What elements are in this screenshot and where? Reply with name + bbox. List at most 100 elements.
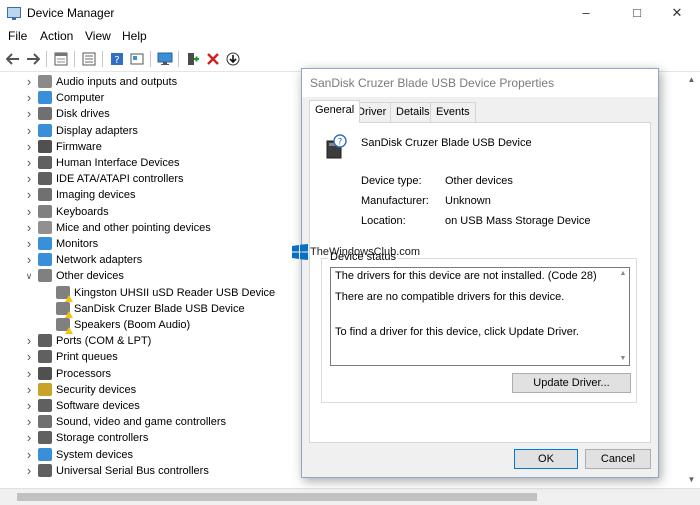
chevron-right-icon[interactable]: › <box>24 172 34 186</box>
forward-arrow-icon[interactable] <box>24 50 42 68</box>
chevron-right-icon[interactable]: › <box>24 123 34 138</box>
location-label: Location: <box>361 215 406 227</box>
menu-action[interactable]: Action <box>40 29 73 43</box>
chevron-right-icon[interactable]: › <box>24 463 34 478</box>
chevron-right-icon[interactable]: › <box>24 139 34 154</box>
tree-category-row[interactable]: › Keyboards <box>0 204 300 220</box>
chevron-right-icon[interactable]: › <box>24 350 34 364</box>
chevron-right-icon[interactable]: › <box>24 399 34 413</box>
device-type-value: Other devices <box>445 175 513 187</box>
tree-category-row[interactable]: › Audio inputs and outputs <box>0 74 300 90</box>
warning-device-icon <box>56 285 73 302</box>
tree-item-label: Audio inputs and outputs <box>56 76 178 88</box>
tree-category-row[interactable]: › Security devices <box>0 382 300 398</box>
chevron-right-icon[interactable]: › <box>24 366 34 381</box>
tree-device-row[interactable]: SanDisk Cruzer Blade USB Device <box>0 301 300 318</box>
horizontal-scrollbar[interactable] <box>0 488 700 505</box>
tree-category-row[interactable]: › Ports (COM & LPT) <box>0 333 300 349</box>
manufacturer-label: Manufacturer: <box>361 195 429 207</box>
back-arrow-icon[interactable] <box>4 50 22 68</box>
toolbar-separator <box>150 51 151 67</box>
chevron-right-icon[interactable]: › <box>24 334 34 348</box>
status-scroll-down-icon[interactable]: ▼ <box>617 353 629 365</box>
uninstall-x-icon[interactable] <box>204 50 222 68</box>
tab-general[interactable]: General <box>309 100 361 123</box>
tree-category-row[interactable]: › Print queues <box>0 349 300 365</box>
tree-category-row[interactable]: › Mice and other pointing devices <box>0 220 300 236</box>
tree-category-row[interactable]: › Computer <box>0 90 300 106</box>
chevron-right-icon[interactable]: › <box>24 188 34 202</box>
tree-category-row[interactable]: › Sound, video and game controllers <box>0 414 300 430</box>
tree-category-row[interactable]: › Imaging devices <box>0 187 300 203</box>
chevron-right-icon[interactable]: › <box>24 382 34 397</box>
tree-item-label: System devices <box>56 448 134 461</box>
properties-icon[interactable] <box>52 50 70 68</box>
chevron-right-icon[interactable]: › <box>24 253 34 267</box>
chevron-right-icon[interactable]: › <box>24 91 34 105</box>
tree-item-label: Keyboards <box>56 205 109 218</box>
tree-category-row[interactable]: ∨ Other devices <box>0 268 300 284</box>
help-icon[interactable]: ? <box>108 50 126 68</box>
svg-text:?: ? <box>114 55 119 66</box>
menu-help[interactable]: Help <box>122 29 147 43</box>
chevron-right-icon[interactable]: › <box>24 415 34 429</box>
tree-category-row[interactable]: › Disk drives <box>0 106 300 122</box>
warning-device-icon <box>56 318 73 334</box>
tree-category-row[interactable]: › Universal Serial Bus controllers <box>0 463 300 479</box>
chevron-right-icon[interactable]: › <box>24 431 34 445</box>
chevron-right-icon[interactable]: › <box>24 220 34 235</box>
close-button[interactable]: ✕ <box>654 0 700 26</box>
download-icon[interactable] <box>224 50 242 68</box>
tree-item-label: Print queues <box>56 351 118 364</box>
tree-category-row[interactable]: › Display adapters <box>0 123 300 139</box>
menu-file[interactable]: File <box>8 29 27 43</box>
status-line-hint: To find a driver for this device, click … <box>335 326 579 338</box>
chevron-right-icon[interactable]: › <box>24 447 34 462</box>
tree-category-row[interactable]: › Processors <box>0 366 300 382</box>
chevron-right-icon[interactable]: › <box>24 75 34 89</box>
tree-category-row[interactable]: › Software devices <box>0 398 300 414</box>
vertical-scrollbar[interactable]: ▲ ▼ <box>683 72 700 488</box>
tree-category-row[interactable]: › Monitors <box>0 236 300 252</box>
update-driver-button[interactable]: Update Driver... <box>512 373 631 393</box>
cancel-button[interactable]: Cancel <box>585 449 651 469</box>
mouse-icon <box>38 220 52 234</box>
unknown-device-icon: ? <box>324 134 348 160</box>
properties-dialog: SanDisk Cruzer Blade USB Device Properti… <box>301 68 659 478</box>
scroll-down-icon[interactable]: ▼ <box>683 472 700 488</box>
tree-category-row[interactable]: › Network adapters <box>0 252 300 268</box>
chevron-down-icon[interactable]: ∨ <box>24 269 34 283</box>
tree-device-row[interactable]: Speakers (Boom Audio) <box>0 317 300 334</box>
monitor-icon[interactable] <box>156 50 174 68</box>
tree-category-row[interactable]: › IDE ATA/ATAPI controllers <box>0 171 300 187</box>
tab-events[interactable]: Events <box>430 102 476 122</box>
scroll-up-icon[interactable]: ▲ <box>683 72 700 88</box>
ok-button[interactable]: OK <box>514 449 578 469</box>
menu-bar: File Action View Help <box>0 26 700 46</box>
tab-details[interactable]: Details <box>390 102 436 122</box>
details-icon[interactable] <box>128 50 146 68</box>
scroll-thumb[interactable] <box>17 493 537 501</box>
device-status-textbox[interactable]: The drivers for this device are not inst… <box>330 267 630 366</box>
status-scrollbar[interactable]: ▲ ▼ <box>617 268 629 365</box>
tree-device-row[interactable]: Kingston UHSII uSD Reader USB Device <box>0 285 300 302</box>
chevron-right-icon[interactable]: › <box>24 107 34 121</box>
processor-icon <box>38 366 52 380</box>
tree-category-row[interactable]: › System devices <box>0 447 300 463</box>
manufacturer-value: Unknown <box>445 195 491 207</box>
tree-item-label: Imaging devices <box>56 189 136 202</box>
menu-view[interactable]: View <box>85 29 111 43</box>
list-icon[interactable] <box>80 50 98 68</box>
tree-category-row[interactable]: › Storage controllers <box>0 430 300 446</box>
tree-category-row[interactable]: › Firmware <box>0 139 300 155</box>
add-driver-icon[interactable] <box>184 50 202 68</box>
general-tab-panel: ? SanDisk Cruzer Blade USB Device Device… <box>309 122 651 443</box>
chevron-right-icon[interactable]: › <box>24 156 34 170</box>
tree-category-row[interactable]: › Human Interface Devices <box>0 155 300 171</box>
chevron-right-icon[interactable]: › <box>24 204 34 219</box>
usb-icon <box>38 463 52 477</box>
chevron-right-icon[interactable]: › <box>24 237 34 251</box>
minimize-button[interactable]: – <box>563 0 609 26</box>
toolbar-separator <box>46 51 47 67</box>
status-scroll-up-icon[interactable]: ▲ <box>617 268 629 280</box>
